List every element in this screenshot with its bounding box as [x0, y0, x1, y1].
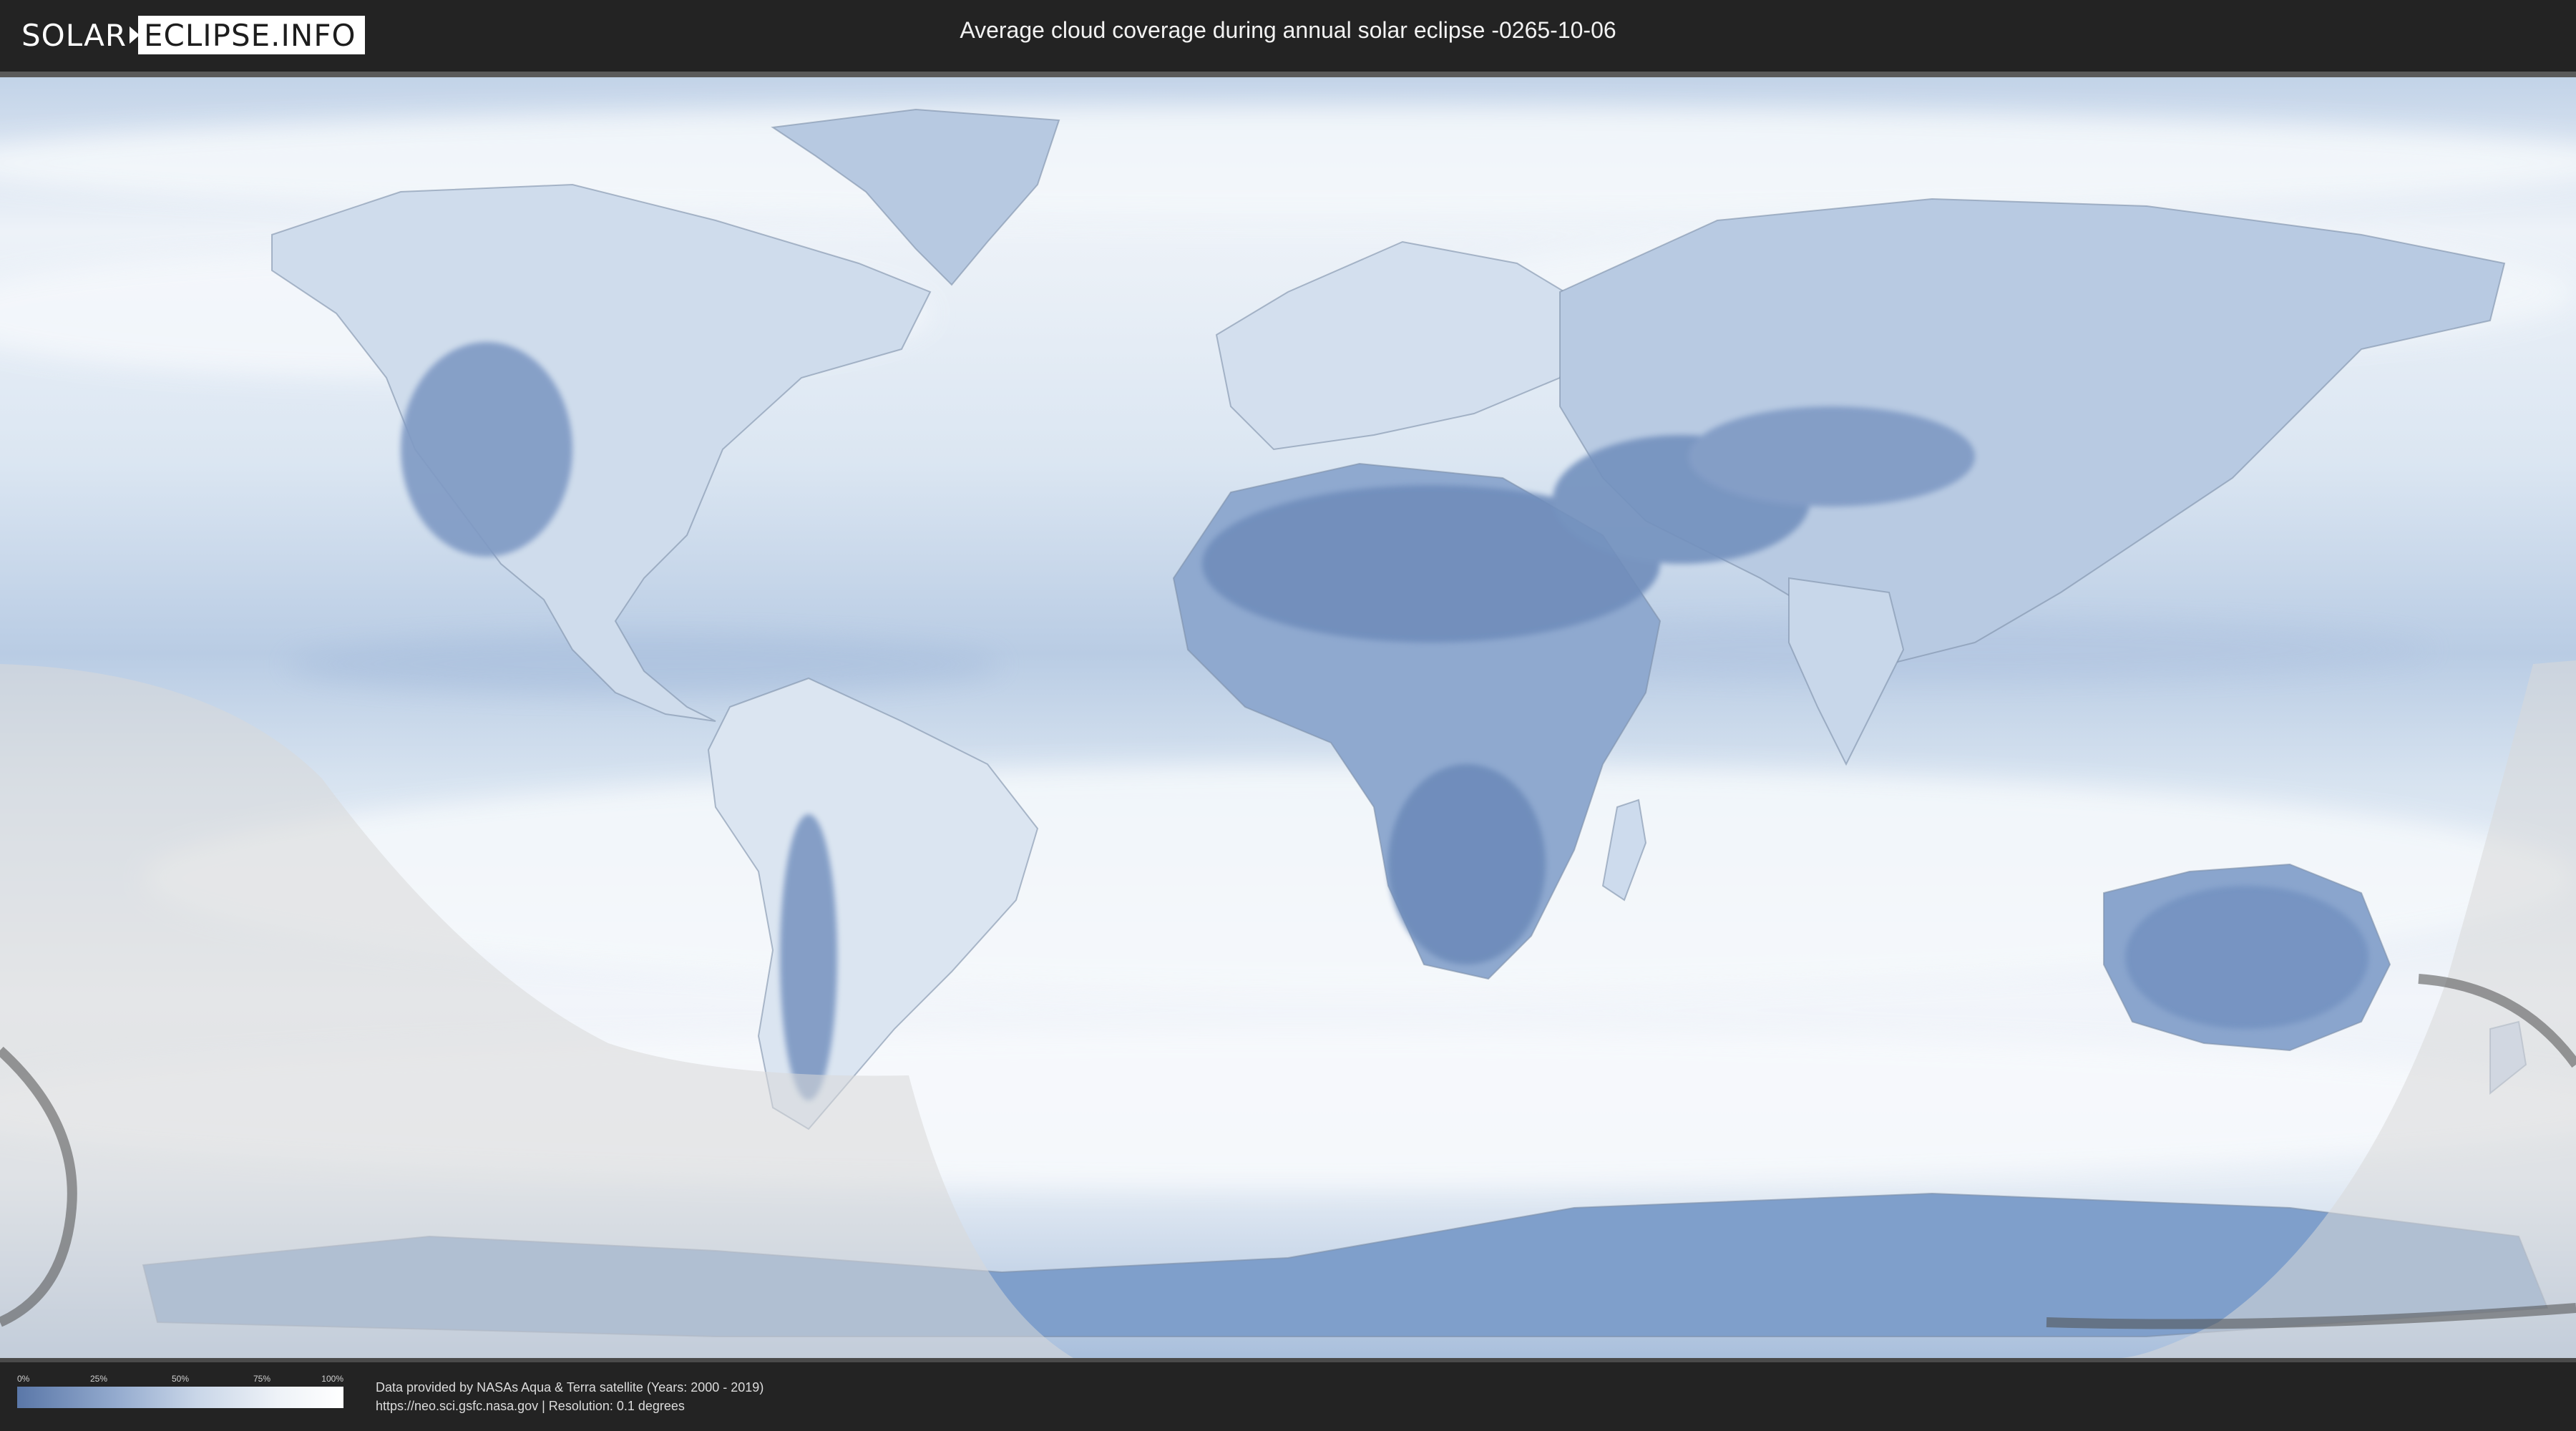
legend-tick-50: 50% — [171, 1374, 190, 1384]
data-credit: Data provided by NASAs Aqua & Terra sate… — [376, 1378, 763, 1415]
legend-ticks: 0% 25% 50% 75% 100% — [17, 1374, 343, 1387]
legend-tick-75: 75% — [253, 1374, 271, 1384]
legend-tick-100: 100% — [321, 1374, 343, 1384]
header-bar: SOLAR ECLIPSE.INFO Average cloud coverag… — [0, 0, 2576, 72]
footer-divider — [0, 1358, 2576, 1362]
legend-color-bar — [17, 1387, 343, 1408]
legend-tick-0: 0% — [17, 1374, 30, 1384]
cloud-coverage-legend: 0% 25% 50% 75% 100% — [17, 1374, 343, 1414]
legend-tick-25: 25% — [89, 1374, 108, 1384]
credit-line-2[interactable]: https://neo.sci.gsfc.nasa.gov | Resoluti… — [376, 1397, 763, 1415]
world-cloud-map[interactable] — [0, 77, 2576, 1358]
page-title: Average cloud coverage during annual sol… — [960, 17, 1616, 43]
world-map-svg — [0, 77, 2576, 1358]
eclipse-cloud-map-page: SOLAR ECLIPSE.INFO Average cloud coverag… — [0, 0, 2576, 1431]
header-divider — [0, 72, 2576, 77]
credit-line-1: Data provided by NASAs Aqua & Terra sate… — [376, 1380, 764, 1395]
